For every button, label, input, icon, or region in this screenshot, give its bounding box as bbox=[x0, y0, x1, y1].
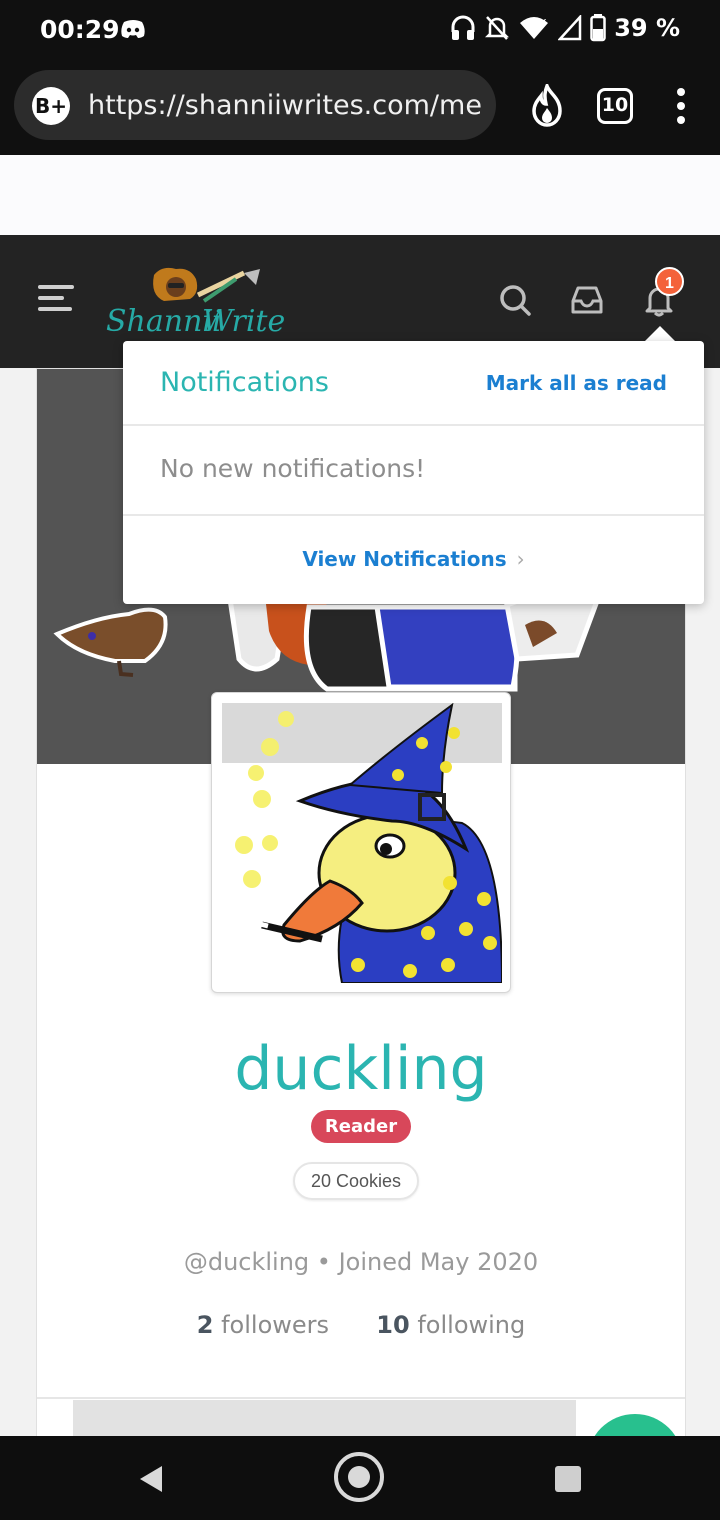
divider bbox=[123, 424, 704, 426]
wifi-icon: x bbox=[520, 15, 549, 39]
chevron-right-icon: › bbox=[516, 547, 525, 571]
card-divider bbox=[37, 1397, 685, 1399]
headphones-icon bbox=[451, 15, 475, 40]
profile-avatar bbox=[211, 692, 511, 993]
tab-switcher-button[interactable]: 10 bbox=[597, 88, 633, 124]
role-badge: Reader bbox=[311, 1110, 411, 1143]
recents-icon[interactable] bbox=[555, 1466, 581, 1492]
search-icon[interactable] bbox=[498, 283, 532, 317]
notifications-dropdown: Notifications Mark all as read No new no… bbox=[123, 341, 704, 604]
svg-text:Writes: Writes bbox=[202, 304, 284, 339]
signal-icon bbox=[558, 15, 582, 41]
profile-display-name: duckling bbox=[234, 1034, 488, 1104]
discord-icon bbox=[121, 20, 145, 38]
back-icon[interactable] bbox=[138, 1464, 164, 1494]
cookies-count: 20 Cookies bbox=[293, 1162, 419, 1200]
site-settings-badge[interactable]: B+ bbox=[32, 87, 70, 125]
site-logo[interactable]: Shannii Writes bbox=[104, 265, 284, 341]
battery-icon bbox=[590, 14, 606, 42]
handle-and-join-date: @duckling • Joined May 2020 bbox=[183, 1248, 539, 1276]
followers-link[interactable]: 2 followers bbox=[197, 1311, 329, 1339]
status-icons: x 39 % bbox=[450, 14, 680, 42]
battery-percent: 39 % bbox=[614, 14, 680, 42]
view-notifications-link[interactable]: View Notifications › bbox=[123, 547, 704, 571]
system-navigation-bar bbox=[0, 1436, 720, 1520]
notification-count-badge[interactable]: 1 bbox=[655, 267, 684, 296]
fire-icon[interactable] bbox=[528, 84, 566, 128]
browser-toolbar: B+ https://shanniiwrites.com/mem 10 bbox=[0, 58, 720, 155]
divider bbox=[123, 514, 704, 516]
page-top-spacer bbox=[0, 155, 720, 235]
hamburger-menu-icon[interactable] bbox=[38, 285, 74, 313]
mark-all-read-link[interactable]: Mark all as read bbox=[486, 371, 667, 395]
address-bar[interactable]: B+ https://shanniiwrites.com/mem bbox=[14, 70, 496, 140]
status-time: 00:29 bbox=[40, 15, 120, 44]
inbox-icon[interactable] bbox=[570, 283, 604, 317]
svg-text:x: x bbox=[540, 15, 547, 28]
status-bar: 00:29 x 39 % bbox=[0, 0, 720, 58]
empty-notifications-message: No new notifications! bbox=[160, 454, 426, 483]
home-icon[interactable] bbox=[334, 1452, 384, 1502]
follow-stats: 2 followers 10 following bbox=[37, 1311, 685, 1339]
notifications-title: Notifications bbox=[160, 367, 329, 398]
bell-off-icon bbox=[485, 16, 510, 40]
url-text[interactable]: https://shanniiwrites.com/mem bbox=[88, 90, 484, 121]
menu-dots-icon[interactable] bbox=[672, 88, 690, 128]
following-link[interactable]: 10 following bbox=[376, 1311, 525, 1339]
